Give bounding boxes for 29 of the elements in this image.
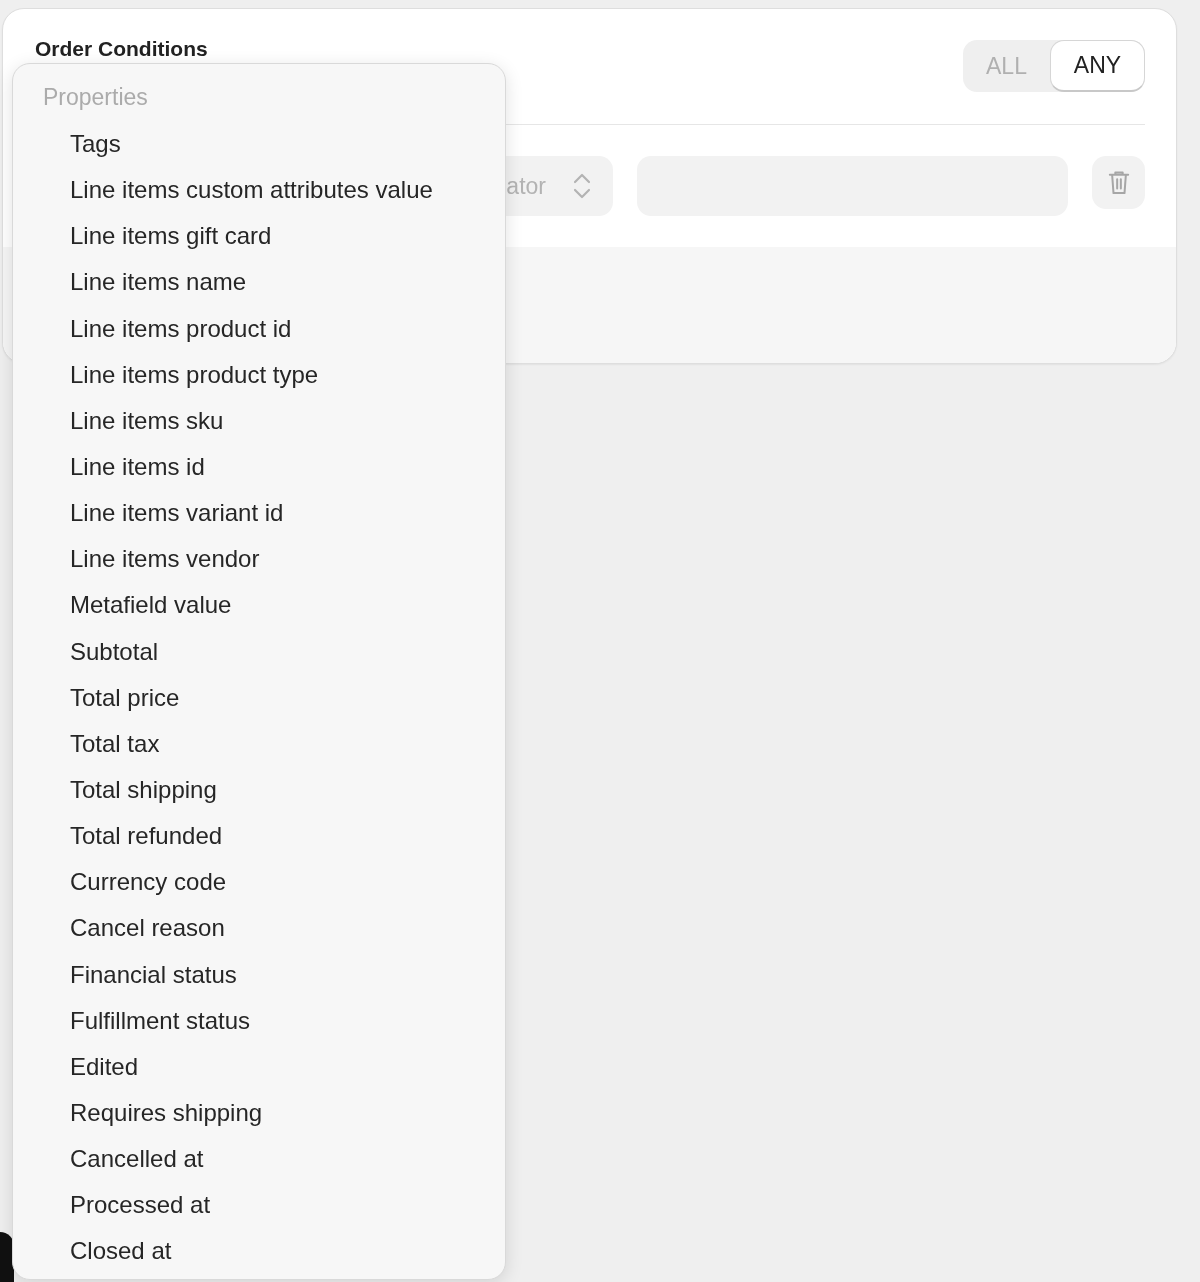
section-title: Order Conditions (35, 38, 208, 60)
menu-item[interactable]: Line items id (13, 444, 505, 491)
menu-item[interactable]: Total price (13, 674, 505, 721)
menu-item[interactable]: Currency code (13, 859, 505, 906)
menu-item[interactable]: Fulfillment status (13, 997, 505, 1044)
chevron-up-down-icon (573, 172, 591, 200)
menu-item[interactable]: Line items product id (13, 305, 505, 352)
menu-item[interactable]: Line items product type (13, 351, 505, 398)
menu-heading: Properties (42, 83, 149, 112)
menu-item[interactable]: Line items vendor (13, 536, 505, 583)
segment-tab[interactable]: ANY (1050, 40, 1145, 92)
menu-item[interactable]: Total shipping (13, 766, 505, 814)
menu-item[interactable]: Line items gift card (13, 213, 505, 260)
menu-item[interactable]: Line items sku (13, 397, 505, 444)
menu-item[interactable]: Metafield value (13, 582, 505, 629)
menu-item[interactable]: Closed at (13, 1228, 505, 1275)
menu-item[interactable]: Total tax (13, 720, 505, 767)
menu-item[interactable]: Processed at (13, 1182, 505, 1229)
menu-item[interactable]: Requires shipping (13, 1089, 505, 1137)
menu-item[interactable]: Total refunded (13, 813, 505, 860)
menu-item[interactable]: Cancel reason (13, 905, 505, 952)
menu-item[interactable]: Line items variant id (13, 490, 505, 537)
menu-item[interactable]: Subtotal (13, 628, 505, 675)
menu-item[interactable]: Financial status (13, 951, 505, 998)
trash-icon (1107, 169, 1130, 196)
menu-item[interactable]: Line items name (13, 259, 505, 306)
delete-button[interactable] (1092, 156, 1145, 209)
menu-item[interactable]: Cancelled at (13, 1136, 505, 1183)
menu-item[interactable]: Edited (13, 1043, 505, 1090)
